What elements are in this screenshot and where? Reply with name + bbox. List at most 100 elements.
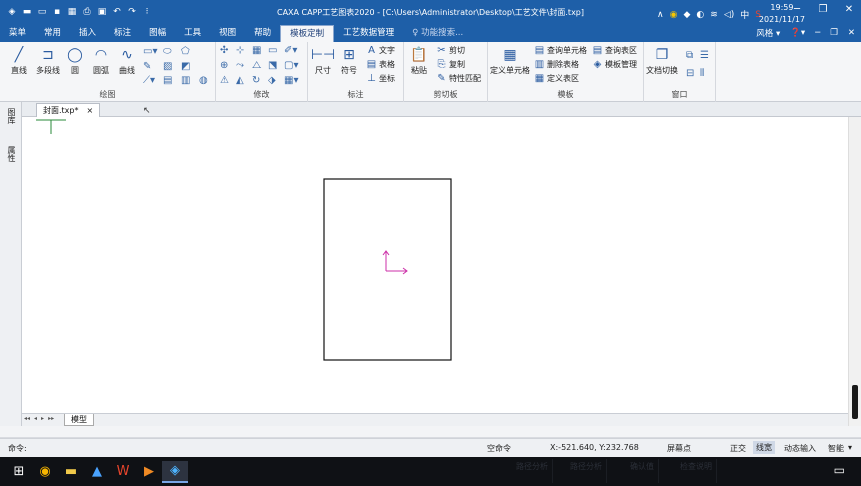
document-switch-tool[interactable]: ❐ 文档切换: [646, 45, 678, 76]
save-all-icon[interactable]: ▦: [66, 6, 78, 18]
pen-icon[interactable]: ✎: [143, 61, 151, 72]
help-icon[interactable]: ❓▾: [790, 28, 805, 38]
taskbar-clock[interactable]: 19:59 2021/11/17: [759, 2, 805, 26]
rotate-icon[interactable]: ↻: [252, 75, 260, 86]
tab-tools[interactable]: 工具: [175, 25, 210, 42]
first-sheet-icon[interactable]: ◂◂: [24, 415, 30, 422]
tile-vertical-icon[interactable]: ⫴: [700, 68, 704, 79]
library-panel-tab[interactable]: 图库: [6, 108, 17, 124]
open-icon[interactable]: ▭: [36, 6, 48, 18]
mirror-icon[interactable]: ⧍: [252, 60, 261, 71]
line-width-toggle[interactable]: 线宽: [753, 441, 775, 454]
ortho-toggle[interactable]: 正交: [730, 443, 746, 454]
ribbon-restore-icon[interactable]: ❐: [830, 28, 838, 38]
caxa-capp-icon[interactable]: ◈: [162, 460, 188, 483]
stretch-icon[interactable]: ⬔: [268, 60, 277, 71]
tray-up-icon[interactable]: ∧: [657, 10, 664, 20]
browser-icon[interactable]: ◉: [32, 461, 58, 483]
centerline-icon[interactable]: ⟋▾: [143, 75, 155, 86]
brush-icon[interactable]: ✐▾: [284, 45, 297, 56]
command-line[interactable]: [0, 426, 861, 438]
circle-tool[interactable]: ◯ 圆: [64, 45, 86, 76]
arc-tool[interactable]: ◠ 圆弧: [90, 45, 112, 76]
ribbon-minimize-icon[interactable]: ─: [815, 28, 820, 38]
hatch-icon[interactable]: ▨: [163, 61, 172, 72]
cascade-icon[interactable]: ⧉: [686, 50, 693, 61]
wps-icon[interactable]: W: [110, 461, 136, 483]
tray-tag-icon[interactable]: ◆: [684, 10, 691, 20]
ribbon-close-icon[interactable]: ✕: [848, 28, 855, 38]
table-button[interactable]: ▤ 表格: [366, 59, 395, 70]
break-icon[interactable]: ◭: [236, 75, 244, 86]
tab-menu[interactable]: 菜单: [0, 25, 35, 42]
wifi-icon[interactable]: ≋: [710, 10, 718, 20]
customize-icon[interactable]: ⁝: [141, 6, 153, 18]
tray-app-icon[interactable]: ◉: [670, 10, 678, 20]
tab-process-data[interactable]: 工艺数据管理: [334, 25, 403, 42]
tab-template-custom[interactable]: 模板定制: [280, 25, 335, 42]
feature-search[interactable]: ♀ 功能搜索...: [403, 25, 472, 42]
screen-point-toggle[interactable]: 屏幕点: [667, 443, 691, 454]
arrange-icon[interactable]: ⊟: [686, 68, 694, 79]
extend-icon[interactable]: ⤳: [236, 60, 244, 71]
rectangle-icon[interactable]: ▭▾: [143, 46, 157, 57]
erase-icon[interactable]: ⚠: [220, 75, 229, 86]
vertical-scrollbar[interactable]: [848, 117, 861, 426]
close-button[interactable]: ✕: [841, 4, 857, 15]
redo-icon[interactable]: ↷: [126, 6, 138, 18]
scale-icon[interactable]: ▭: [268, 45, 277, 56]
frame-icon[interactable]: ▢▾: [284, 60, 298, 71]
copy-icon[interactable]: ⊕: [220, 60, 228, 71]
ime-indicator[interactable]: 中: [740, 8, 749, 21]
windows-start-icon[interactable]: ⊞: [6, 461, 32, 483]
trim-icon[interactable]: ⊹: [236, 45, 244, 56]
tab-view[interactable]: 视图: [210, 25, 245, 42]
close-tab-icon[interactable]: ×: [87, 106, 94, 115]
tile-horizontal-icon[interactable]: ☰: [700, 50, 709, 61]
delete-table-button[interactable]: ▥ 删除表格: [534, 59, 579, 70]
copy-button[interactable]: ⎘ 复制: [436, 59, 466, 70]
new-icon[interactable]: ▬: [21, 6, 33, 18]
define-cell-tool[interactable]: ▦ 定义单元格: [490, 45, 530, 76]
explode-icon[interactable]: ⬗: [268, 75, 276, 86]
restore-button[interactable]: ❐: [815, 4, 831, 15]
polyline-tool[interactable]: ⊐ 多段线: [36, 45, 60, 76]
smart-toggle[interactable]: 智能: [828, 443, 844, 454]
model-tab[interactable]: 模型: [64, 414, 94, 426]
image-icon[interactable]: ◍: [199, 75, 208, 86]
tab-sheet[interactable]: 图幅: [140, 25, 175, 42]
fillet-icon[interactable]: ▦▾: [284, 75, 298, 86]
properties-panel-tab[interactable]: 属性: [6, 146, 17, 162]
media-player-icon[interactable]: ▶: [136, 461, 162, 483]
text-button[interactable]: A 文字: [366, 45, 395, 56]
volume-icon[interactable]: ◁): [724, 10, 734, 20]
symbol-tool[interactable]: ⊞ 符号: [338, 45, 360, 76]
photos-icon[interactable]: ▲: [84, 461, 110, 483]
app-icon[interactable]: ◈: [6, 6, 18, 18]
last-sheet-icon[interactable]: ▸▸: [48, 415, 54, 422]
cut-button[interactable]: ✂ 剪切: [436, 45, 465, 56]
file-explorer-icon[interactable]: ▬: [58, 461, 84, 483]
ellipse-icon[interactable]: ⬭: [163, 46, 172, 57]
define-table-area-button[interactable]: ▦ 定义表区: [534, 73, 579, 84]
network-icon[interactable]: ◐: [696, 10, 704, 20]
tab-common[interactable]: 常用: [35, 25, 70, 42]
prev-sheet-icon[interactable]: ◂: [34, 415, 37, 422]
drawing-canvas[interactable]: [22, 117, 848, 413]
dimension-tool[interactable]: ⊢⊣ 尺寸: [311, 45, 335, 76]
paste-tool[interactable]: 📋 粘贴: [408, 45, 430, 76]
tab-annotate[interactable]: 标注: [105, 25, 140, 42]
array-icon[interactable]: ▦: [252, 45, 261, 56]
query-table-area-button[interactable]: ▤ 查询表区: [592, 45, 637, 56]
block-icon[interactable]: ▥: [181, 75, 190, 86]
next-sheet-icon[interactable]: ▸: [41, 415, 44, 422]
dynamic-input-toggle[interactable]: 动态输入: [784, 443, 816, 454]
query-cell-button[interactable]: ▤ 查询单元格: [534, 45, 587, 56]
coordinate-button[interactable]: ⊥ 坐标: [366, 73, 395, 84]
notification-icon[interactable]: ▭: [834, 463, 845, 477]
print-icon[interactable]: ⎙: [81, 6, 93, 18]
match-properties-button[interactable]: ✎ 特性匹配: [436, 73, 481, 84]
move-icon[interactable]: ✣: [220, 45, 228, 56]
template-manage-button[interactable]: ◈ 模板管理: [592, 59, 637, 70]
document-tab[interactable]: 封面.txp* ×: [36, 103, 101, 117]
